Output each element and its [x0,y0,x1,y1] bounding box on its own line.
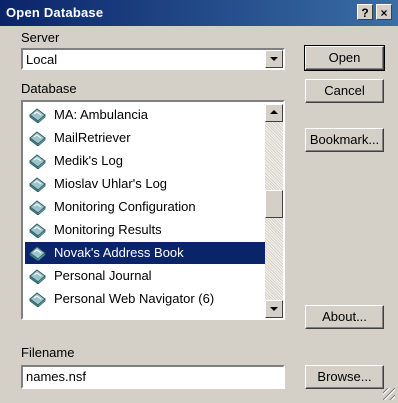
server-value: Local [26,52,58,67]
chevron-down-icon [270,307,278,311]
database-label: Database [21,81,77,96]
list-item[interactable]: MailRetriever [25,127,265,149]
scroll-down-button[interactable] [265,300,283,318]
open-button[interactable]: Open [304,45,385,71]
database-scrollbar[interactable] [265,104,283,318]
list-item[interactable]: Mioslav Uhlar's Log [25,173,265,195]
database-icon [29,176,46,193]
list-item-label: Monitoring Configuration [54,199,196,214]
bookmark-button[interactable]: Bookmark... [305,128,384,152]
server-dropdown-button[interactable] [265,50,283,68]
list-item-label: Monitoring Results [54,222,162,237]
database-icon [29,107,46,124]
about-button[interactable]: About... [305,305,384,329]
help-button[interactable]: ? [357,4,373,20]
list-item[interactable]: Personal Web Navigator (6) [25,288,265,310]
browse-button[interactable]: Browse... [305,365,384,389]
help-icon: ? [361,6,369,20]
chevron-down-icon [270,57,278,61]
resize-grip-icon[interactable] [383,388,395,400]
cancel-button[interactable]: Cancel [305,79,384,103]
filename-input[interactable]: names.nsf [21,365,285,389]
database-icon [29,291,46,308]
chevron-up-icon [270,110,278,114]
title-bar: Open Database ? × [0,0,398,26]
scroll-up-button[interactable] [265,104,283,122]
list-item[interactable]: MA: Ambulancia [25,104,265,126]
list-item-label: MailRetriever [54,130,131,145]
server-label: Server [21,30,60,45]
list-item-label: MA: Ambulancia [54,107,148,122]
database-icon [29,199,46,216]
scroll-thumb[interactable] [265,190,283,218]
list-item[interactable]: Monitoring Results [25,219,265,241]
server-combo[interactable]: Local [21,48,285,70]
database-icon [29,130,46,147]
filename-value: names.nsf [26,369,86,384]
list-item[interactable]: Medik's Log [25,150,265,172]
list-item-label: Medik's Log [54,153,123,168]
database-icon [29,268,46,285]
list-item-label: Novak's Address Book [54,245,184,260]
window-title: Open Database [6,5,104,20]
list-item-label: Personal Web Navigator (6) [54,291,215,306]
close-icon: × [380,6,388,20]
close-button[interactable]: × [376,4,392,20]
list-item[interactable]: Personal Journal [25,265,265,287]
database-icon [29,245,46,262]
database-list[interactable]: MA: Ambulancia MailRetriever Medik's Log Mi… [21,100,285,320]
list-item-label: Personal Journal [54,268,152,283]
database-icon [29,222,46,239]
list-item[interactable]: Monitoring Configuration [25,196,265,218]
filename-label: Filename [21,345,75,360]
database-icon [29,153,46,170]
list-item[interactable]: Novak's Address Book [25,242,265,264]
list-item-label: Mioslav Uhlar's Log [54,176,168,191]
